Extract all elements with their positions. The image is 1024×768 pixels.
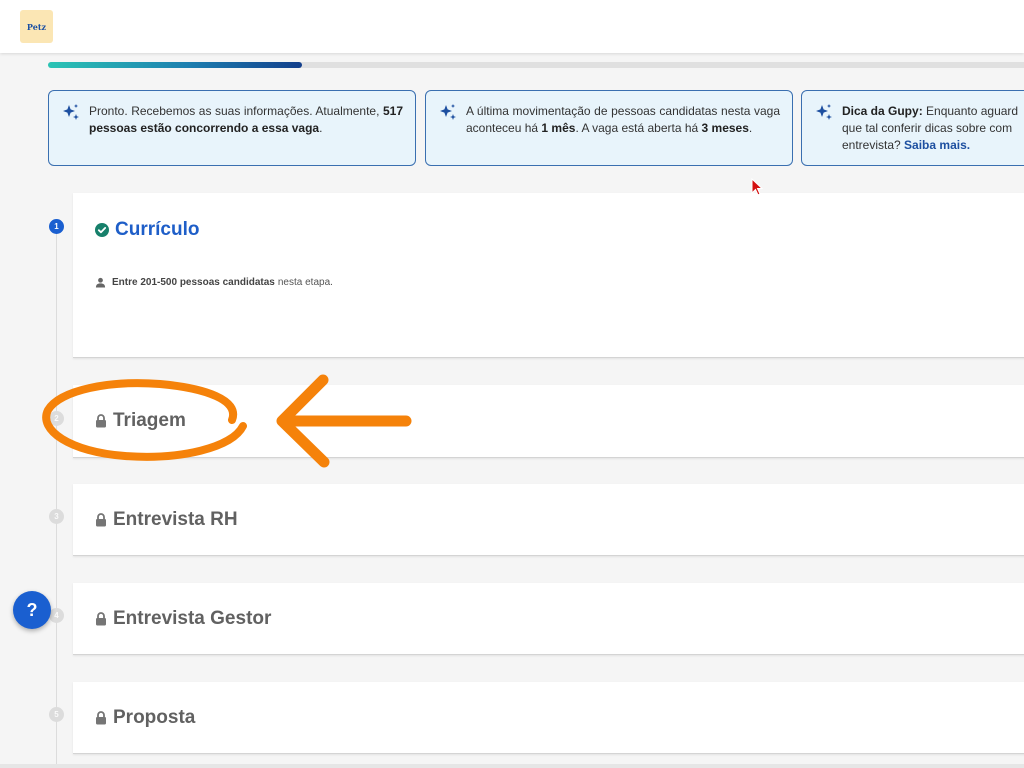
stage-card-proposta[interactable]: Proposta [73,682,1024,754]
info-text: que tal conferir dicas sobre com [842,121,1013,135]
top-bar: Petz [0,0,1024,53]
timeline-line [56,226,57,768]
lock-icon [96,612,106,626]
stage-title-curriculo: Currículo [95,219,199,241]
help-button[interactable]: ? [13,591,51,629]
stage-title-triagem: Triagem [95,410,186,432]
learn-more-link[interactable]: Saiba mais. [904,138,970,152]
tip-heading: Dica da Gupy: [842,104,923,118]
candidates-range: Entre 201-500 pessoas candidatas [112,277,275,288]
step-number-1: 1 [49,219,64,234]
stage-label: Entrevista RH [113,509,238,530]
stage-card-curriculo[interactable]: Currículo Entre 201-500 pessoas candidat… [73,193,1024,358]
lock-icon [96,513,106,527]
sparkle-icon [63,104,79,120]
stage-card-triagem[interactable]: Triagem [73,385,1024,458]
info-text: . [748,121,753,135]
info-text: Enquanto aguard [922,104,1019,118]
stage-title-entrevista-gestor: Entrevista Gestor [95,608,271,630]
step-number-5: 5 [49,707,64,722]
info-text: entrevista? [842,138,905,152]
stage-card-entrevista-gestor[interactable]: Entrevista Gestor [73,583,1024,655]
candidates-count: Entre 201-500 pessoas candidatas nesta e… [95,277,333,288]
candidates-suffix: nesta etapa. [277,277,333,288]
stage-label: Entrevista Gestor [113,608,272,629]
info-highlight: 1 mês [541,121,576,135]
person-icon [95,277,106,288]
info-card-activity: A última movimentação de pessoas candida… [425,90,793,166]
stage-label: Triagem [113,410,186,431]
mouse-cursor-icon [751,178,764,196]
page-bottom-edge [0,764,1024,768]
info-card-tip: Dica da Gupy: Enquanto aguard que tal co… [801,90,1024,166]
info-text: . [319,121,323,135]
step-number-2: 2 [49,411,64,426]
company-logo[interactable]: Petz [20,10,53,43]
application-progress-bar [48,62,1024,68]
info-text: Pronto. Recebemos as suas informações. A… [89,104,383,118]
sparkle-icon [816,104,832,120]
info-card-status: Pronto. Recebemos as suas informações. A… [48,90,416,166]
info-text: . A vaga está aberta há [575,121,702,135]
step-number-3: 3 [49,509,64,524]
sparkle-icon [440,104,456,120]
stage-title-proposta: Proposta [95,707,195,729]
stage-label: Currículo [115,219,200,240]
step-number-4: 4 [49,608,64,623]
lock-icon [96,414,106,428]
stage-title-entrevista-rh: Entrevista RH [95,509,238,531]
stage-label: Proposta [113,707,196,728]
progress-bar-fill [48,62,302,68]
info-highlight: 3 meses [701,121,749,135]
lock-icon [96,711,106,725]
stage-card-entrevista-rh[interactable]: Entrevista RH [73,484,1024,556]
check-circle-icon [95,223,109,237]
